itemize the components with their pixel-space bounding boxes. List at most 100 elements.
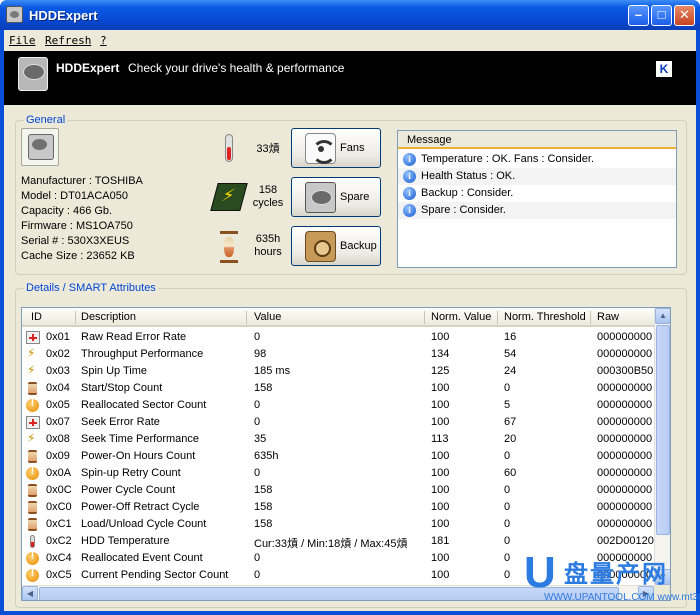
row-description: Power-Off Retract Cycle	[81, 501, 200, 513]
table-row[interactable]: 0x0A Spin-up Retry Count 0 100 60 000000000	[22, 465, 654, 482]
row-raw: 000000000	[597, 501, 653, 513]
row-id: 0x09	[46, 450, 70, 462]
message-item[interactable]: i Health Status : OK.	[398, 168, 676, 185]
message-item[interactable]: i Backup : Consider.	[398, 185, 676, 202]
info-icon: i	[403, 204, 416, 217]
row-norm-value: 181	[431, 535, 450, 547]
message-header[interactable]: Message	[398, 131, 676, 149]
row-value: 0	[254, 416, 261, 428]
close-button[interactable]: ✕	[674, 5, 695, 26]
banner-tagline: Check your drive's health & performance	[128, 61, 345, 75]
row-norm-value: 100	[431, 552, 450, 564]
window-title: HDDExpert	[29, 8, 98, 23]
column-norm-value[interactable]: Norm. Value	[431, 311, 491, 323]
message-list[interactable]: Message i Temperature : OK. Fans : Consi…	[397, 130, 677, 268]
row-raw: 000000000	[597, 382, 653, 394]
fan-icon	[305, 133, 336, 164]
column-id[interactable]: ID	[31, 311, 42, 323]
attribute-plus-icon	[26, 331, 40, 344]
row-norm-value: 100	[431, 399, 450, 411]
row-description: Seek Time Performance	[81, 433, 199, 445]
spare-button-label: Spare	[340, 191, 370, 203]
column-description[interactable]: Description	[81, 311, 136, 323]
attribute-warn-icon	[26, 398, 39, 412]
maximize-button[interactable]: □	[651, 5, 672, 26]
attribute-warn-icon	[26, 551, 39, 565]
vendor-logo-icon[interactable]: K	[656, 61, 672, 77]
column-raw[interactable]: Raw	[597, 311, 619, 323]
table-row[interactable]: 0xC0 Power-Off Retract Cycle 158 100 0 000000…	[22, 499, 654, 516]
row-description: Spin-up Retry Count	[81, 467, 181, 479]
hourglass-icon	[220, 231, 238, 263]
row-id: 0xC2	[46, 535, 72, 547]
cycles-unit: cycles	[252, 197, 284, 209]
row-norm-threshold: 24	[504, 365, 517, 377]
general-legend: General	[24, 114, 68, 126]
row-norm-threshold: 54	[504, 348, 517, 360]
row-norm-threshold: 20	[504, 433, 517, 445]
safe-icon	[305, 231, 336, 262]
menu-help[interactable]: ?	[100, 34, 107, 47]
attribute-bolt-icon	[26, 346, 40, 361]
row-value: 158	[254, 484, 273, 496]
row-description: Reallocated Sector Count	[81, 399, 207, 411]
column-norm-threshold[interactable]: Norm. Threshold	[504, 311, 586, 323]
row-raw: 002D00120	[597, 535, 654, 547]
row-description: Power-On Hours Count	[81, 450, 196, 462]
watermark-url: WWW.UPANTOOL.COM www.mt30.com	[544, 592, 700, 603]
row-raw: 000000000	[597, 467, 653, 479]
row-norm-value: 100	[431, 501, 450, 513]
row-norm-threshold: 0	[504, 484, 511, 496]
row-norm-threshold: 0	[504, 535, 511, 547]
row-value: 0	[254, 552, 261, 564]
row-raw: 000000000	[597, 518, 653, 530]
backup-button[interactable]: Backup	[291, 226, 381, 266]
table-row[interactable]: 0xC1 Load/Unload Cycle Count 158 100 0 000000…	[22, 516, 654, 533]
table-row[interactable]: 0x0C Power Cycle Count 158 100 0 000000000	[22, 482, 654, 499]
row-value: 635h	[254, 450, 279, 462]
title-bar[interactable]: HDDExpert – □ ✕	[0, 0, 700, 30]
scroll-up-button[interactable]: ▲	[655, 308, 670, 324]
app-icon[interactable]	[6, 6, 23, 23]
row-description: Current Pending Sector Count	[81, 569, 229, 581]
column-value[interactable]: Value	[254, 311, 281, 323]
hours-value: 635h	[255, 233, 281, 245]
watermark-logo: U 盘量产网 WWW.UPANTOOL.COM www.mt30.com	[524, 548, 700, 608]
row-raw: 000000000	[597, 433, 653, 445]
menu-refresh[interactable]: Refresh	[45, 34, 91, 47]
table-row[interactable]: 0x04 Start/Stop Count 158 100 0 000000000	[22, 380, 654, 397]
table-row[interactable]: 0x05 Reallocated Sector Count 0 100 5 0000000…	[22, 397, 654, 414]
row-id: 0x01	[46, 331, 70, 343]
attribute-plus-icon	[26, 416, 40, 429]
watermark-brand: U	[524, 548, 556, 597]
table-row[interactable]: 0x07 Seek Error Rate 0 100 67 000000000	[22, 414, 654, 431]
row-norm-value: 100	[431, 518, 450, 530]
table-row[interactable]: 0x03 Spin Up Time 185 ms 125 24 000300B50	[22, 363, 654, 380]
row-norm-threshold: 0	[504, 450, 511, 462]
scroll-left-button[interactable]: ◀	[22, 586, 38, 600]
details-legend: Details / SMART Attributes	[24, 282, 158, 294]
attribute-glass-icon	[28, 518, 37, 531]
menu-file[interactable]: File	[9, 34, 36, 47]
message-item[interactable]: i Spare : Consider.	[398, 202, 676, 219]
row-value: 0	[254, 331, 261, 343]
fans-button[interactable]: Fans	[291, 128, 381, 168]
row-id: 0x08	[46, 433, 70, 445]
table-row[interactable]: 0x01 Raw Read Error Rate 0 100 16 000000000	[22, 329, 654, 346]
minimize-button[interactable]: –	[628, 5, 649, 26]
attribute-bolt-icon	[26, 363, 40, 378]
row-value: 0	[254, 569, 261, 581]
vertical-scrollbar[interactable]: ▲ ▼	[654, 308, 670, 585]
table-row[interactable]: 0x09 Power-On Hours Count 635h 100 0 00000000…	[22, 448, 654, 465]
row-id: 0x02	[46, 348, 70, 360]
spare-button[interactable]: Spare	[291, 177, 381, 217]
row-value: 0	[254, 467, 261, 479]
row-id: 0x0A	[46, 467, 72, 479]
table-row[interactable]: 0x02 Throughput Performance 98 134 54 0000000…	[22, 346, 654, 363]
info-icon: i	[403, 170, 416, 183]
message-item[interactable]: i Temperature : OK. Fans : Consider.	[398, 151, 676, 168]
vertical-scroll-thumb[interactable]	[656, 325, 670, 535]
drive-select-button[interactable]	[21, 128, 59, 166]
table-row[interactable]: 0x08 Seek Time Performance 35 113 20 00000000…	[22, 431, 654, 448]
row-norm-value: 125	[431, 365, 450, 377]
